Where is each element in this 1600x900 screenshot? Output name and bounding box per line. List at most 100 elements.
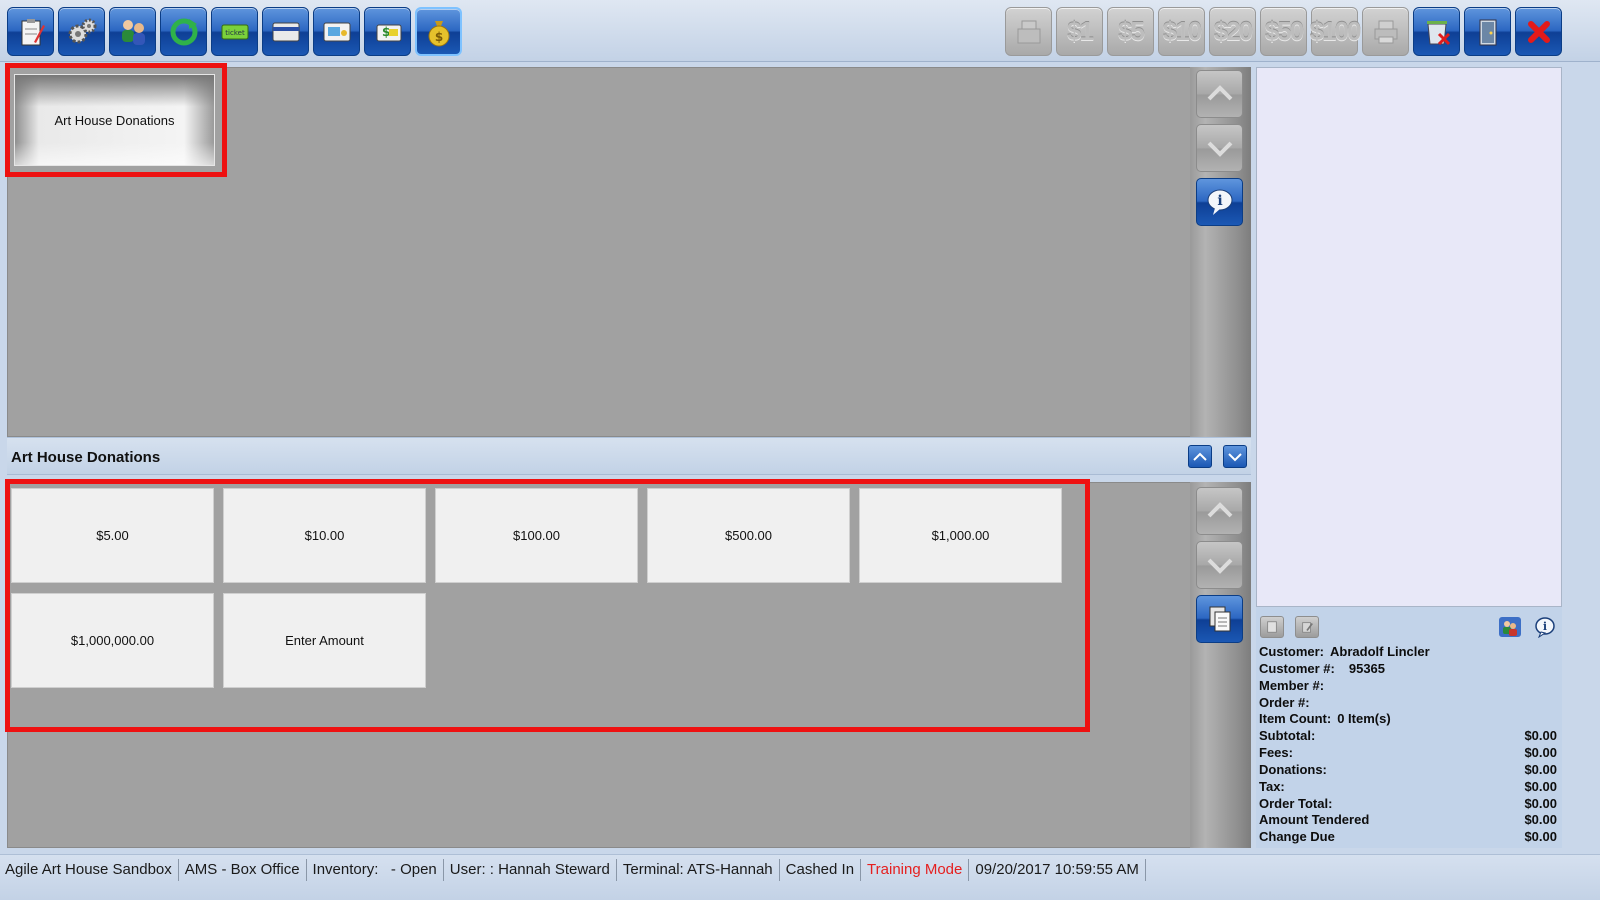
chevron-up-icon	[1207, 502, 1232, 518]
refresh-icon	[170, 18, 197, 45]
cash-5-button[interactable]: $5	[1107, 7, 1154, 56]
settings-button[interactable]	[58, 7, 105, 56]
order-total-label: Order Total:	[1259, 796, 1333, 811]
item-button-5[interactable]: $5.00	[11, 488, 214, 583]
order-total-value: $0.00	[1524, 796, 1557, 811]
member-number-label: Member #:	[1259, 678, 1325, 693]
gift-card-button[interactable]	[313, 7, 360, 56]
donations-button[interactable]: $	[415, 7, 462, 56]
cancel-order-icon	[1426, 20, 1450, 45]
item-button-500[interactable]: $500.00	[647, 488, 850, 583]
customers-button[interactable]	[109, 7, 156, 56]
item-count: 0 Item(s)	[1337, 711, 1391, 726]
item-label: Enter Amount	[285, 633, 364, 648]
section-title: Art House Donations	[11, 449, 161, 466]
exit-button[interactable]	[1464, 7, 1511, 56]
cash-100-button[interactable]: $100	[1309, 7, 1362, 56]
item-button-10[interactable]: $10.00	[223, 488, 426, 583]
item-label: $10.00	[304, 528, 345, 543]
fees-value: $0.00	[1524, 745, 1557, 760]
status-organization: Agile Art House Sandbox	[0, 859, 179, 881]
credit-card-button[interactable]	[262, 7, 309, 56]
remove-item-button[interactable]	[1260, 616, 1284, 638]
item-label: $5.00	[96, 528, 129, 543]
category-button-art-house-donations[interactable]: Art House Donations	[14, 74, 215, 166]
chevron-up-icon	[1207, 85, 1232, 101]
item-button-100[interactable]: $100.00	[435, 488, 638, 583]
cash-10-label: $10	[1162, 16, 1202, 46]
item-label: $500.00	[725, 528, 772, 543]
svg-text:ticket: ticket	[225, 29, 245, 37]
section-down-button[interactable]	[1223, 445, 1247, 468]
donations-value: $0.00	[1524, 762, 1557, 777]
customer-name: Abradolf Lincler	[1330, 644, 1430, 659]
print-button[interactable]	[1362, 7, 1409, 56]
subtotal-value: $0.00	[1524, 728, 1557, 743]
gift-card-icon	[323, 22, 350, 41]
cash-20-label: $20	[1213, 16, 1253, 46]
item-count-row: Item Count: 0 Item(s)	[1259, 710, 1559, 727]
tickets-button[interactable]: ticket	[211, 7, 258, 56]
ticket-icon: ticket	[221, 24, 248, 39]
money-bag-icon: $	[428, 20, 449, 46]
edit-icon	[1302, 622, 1313, 633]
cash-50-button[interactable]: $50	[1260, 7, 1307, 56]
section-up-button[interactable]	[1188, 445, 1212, 468]
cash-register-button[interactable]	[1005, 7, 1052, 56]
fees-row: Fees: $0.00	[1259, 744, 1559, 761]
cash-1-label: $1	[1067, 16, 1094, 46]
amount-tendered-value: $0.00	[1524, 812, 1557, 827]
customer-row: Customer: Abradolf Lincler	[1259, 643, 1559, 660]
item-button-1000000[interactable]: $1,000,000.00	[11, 593, 214, 688]
order-info-button[interactable]: i	[1533, 616, 1557, 638]
tax-value: $0.00	[1524, 779, 1557, 794]
items-scroll-down-button[interactable]	[1196, 541, 1243, 589]
category-scroll-up-button[interactable]	[1196, 70, 1243, 118]
cash-20-button[interactable]: $20	[1209, 7, 1256, 56]
clipboard-pencil-icon	[21, 18, 45, 45]
document-icon	[1267, 621, 1277, 633]
order-notes-button[interactable]	[7, 7, 54, 56]
tax-label: Tax:	[1259, 779, 1285, 794]
cash-10-button[interactable]: $10	[1158, 7, 1205, 56]
section-header: Art House Donations	[7, 437, 1251, 475]
money-card-icon: $	[376, 24, 401, 41]
status-cash: Cashed In	[780, 859, 862, 881]
copy-document-button[interactable]	[1196, 595, 1243, 643]
customer-lookup-button[interactable]	[1498, 616, 1522, 638]
order-items-list[interactable]	[1256, 67, 1562, 607]
edit-item-button[interactable]	[1295, 616, 1319, 638]
cash-5-label: $5	[1118, 16, 1145, 46]
refresh-button[interactable]	[160, 7, 207, 56]
payment-button[interactable]: $	[364, 7, 411, 56]
change-due-value: $0.00	[1524, 829, 1557, 844]
item-button-1000[interactable]: $1,000.00	[859, 488, 1062, 583]
cancel-order-button[interactable]	[1413, 7, 1460, 56]
main-toolbar: ticket $ $ $1 $5 $10 $20 $50 $100	[0, 0, 1600, 62]
customer-number: 95365	[1348, 661, 1386, 676]
status-training-mode: Training Mode	[861, 859, 970, 881]
cash-1-button[interactable]: $1	[1056, 7, 1103, 56]
item-label: $1,000.00	[931, 528, 990, 543]
chevron-down-icon	[1228, 452, 1242, 461]
customers-icon	[121, 19, 145, 45]
status-application: AMS - Box Office	[179, 859, 307, 881]
subtotal-row: Subtotal: $0.00	[1259, 727, 1559, 744]
status-terminal: Terminal: ATS-Hannah	[617, 859, 780, 881]
cash-100-label: $100	[1309, 16, 1362, 46]
documents-icon	[1209, 606, 1230, 632]
exit-door-icon	[1479, 19, 1496, 45]
status-user: User: : Hannah Steward	[444, 859, 617, 881]
subtotal-label: Subtotal:	[1259, 728, 1316, 743]
enter-amount-button[interactable]: Enter Amount	[223, 593, 426, 688]
items-scroll-up-button[interactable]	[1196, 487, 1243, 535]
order-number-row: Order #:	[1259, 694, 1559, 711]
category-scroll-down-button[interactable]	[1196, 124, 1243, 172]
status-inventory: Inventory: - Open	[307, 859, 444, 881]
cash-50-label: $50	[1264, 16, 1304, 46]
info-button[interactable]: i	[1196, 178, 1243, 226]
change-due-row: Change Due $0.00	[1259, 828, 1559, 845]
credit-card-icon	[272, 22, 299, 41]
close-icon	[1527, 20, 1550, 43]
close-button[interactable]	[1515, 7, 1562, 56]
